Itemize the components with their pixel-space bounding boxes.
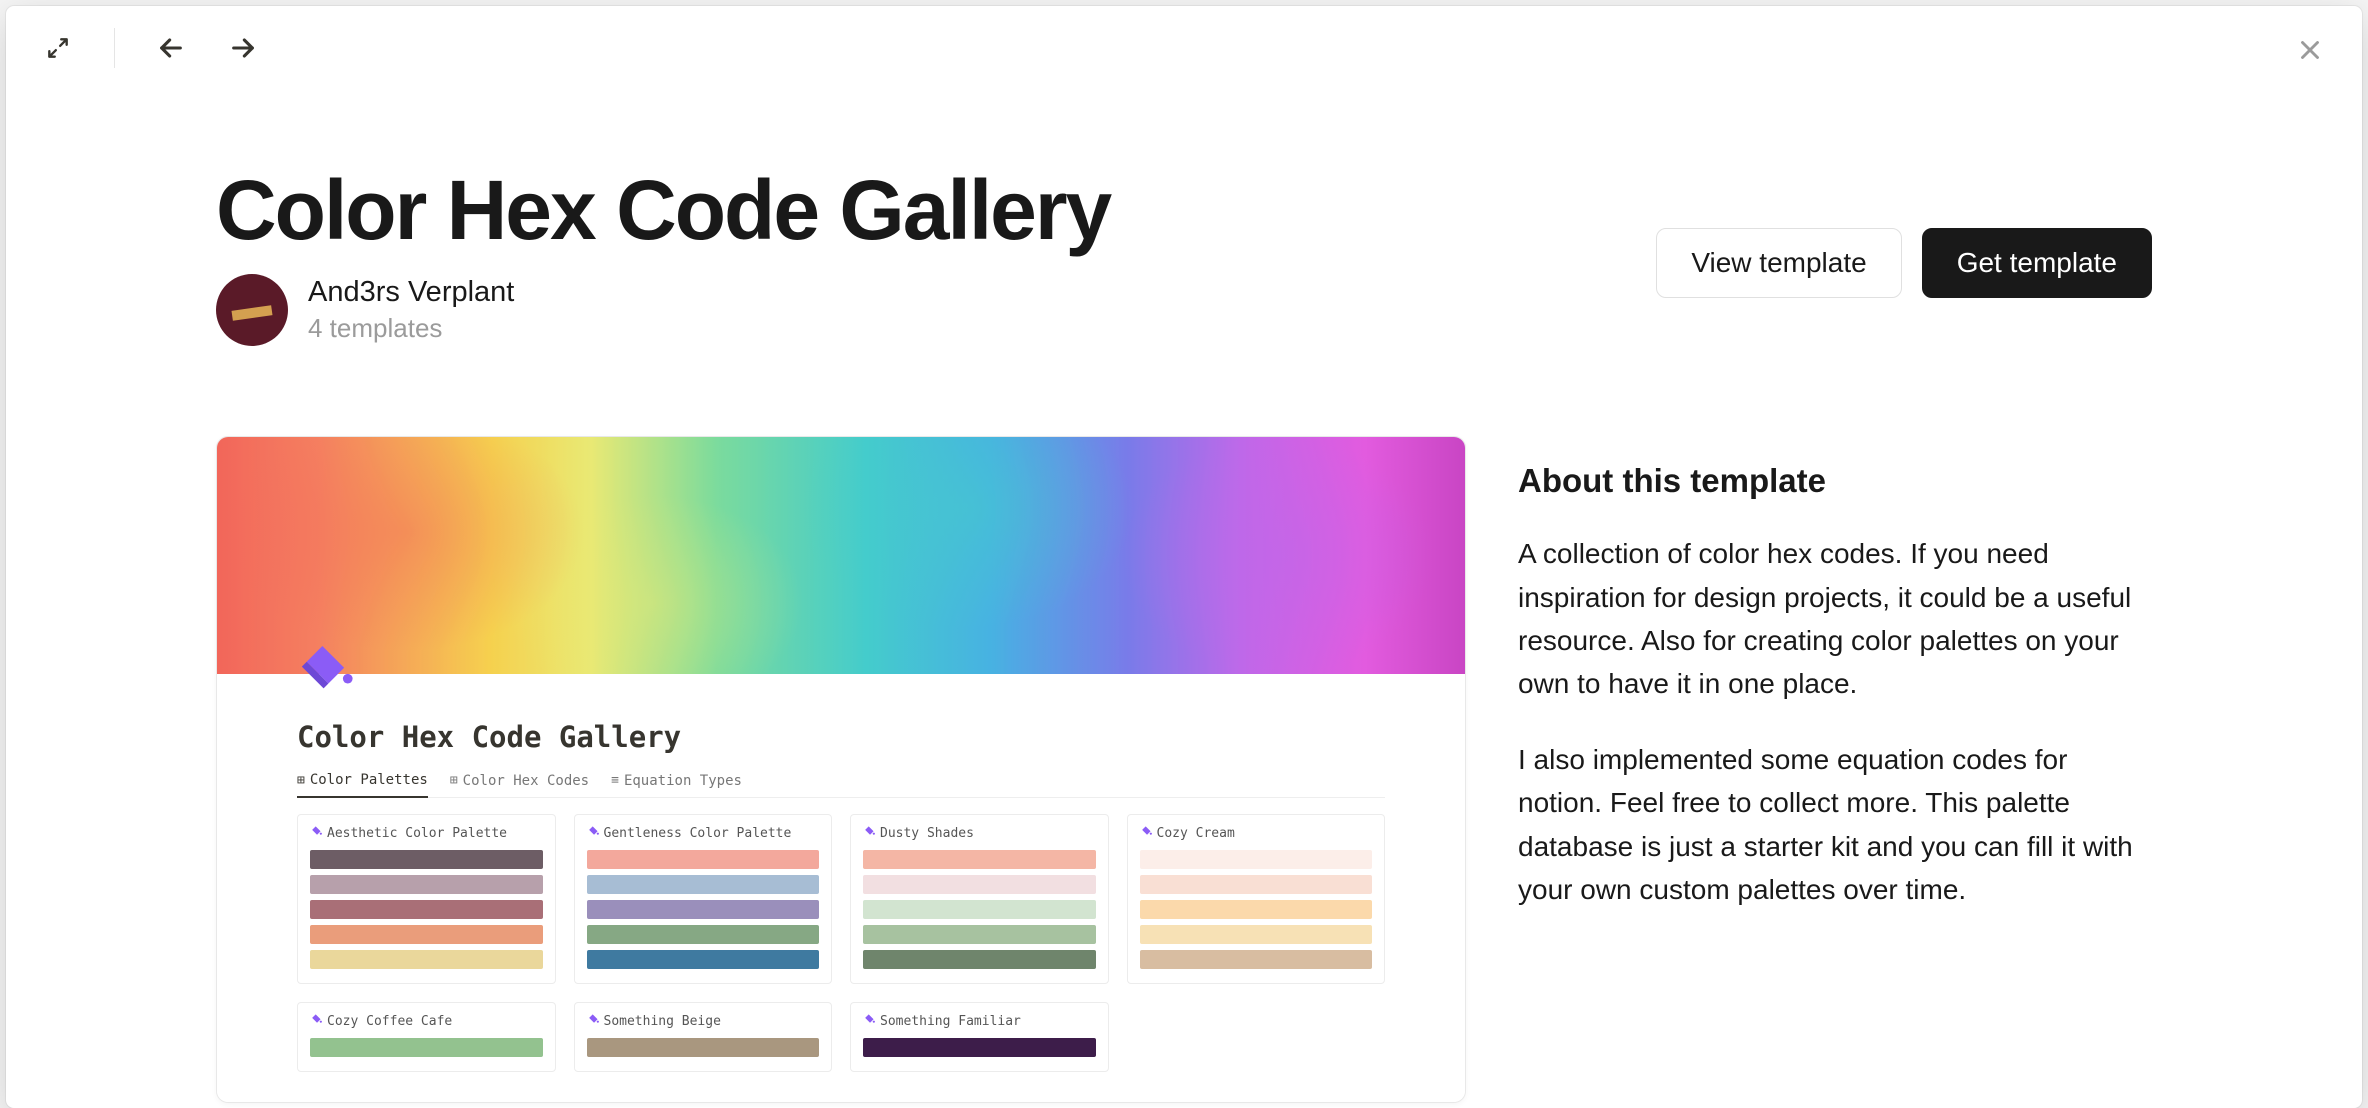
- tab-label: Equation Types: [624, 773, 742, 789]
- preview-tabs: ⊞ Color Palettes ⊞ Color Hex Codes ≡ Equ…: [297, 772, 1385, 798]
- palette-name: Cozy Coffee Cafe: [327, 1014, 452, 1029]
- preview-hero-image: [217, 437, 1465, 674]
- title-block: Color Hex Code Gallery And3rs Verplant 4…: [216, 166, 1656, 346]
- header-row: Color Hex Code Gallery And3rs Verplant 4…: [216, 166, 2152, 346]
- palette-card-title: Cozy Cream: [1140, 825, 1373, 842]
- expand-icon[interactable]: [34, 24, 82, 72]
- back-button[interactable]: [147, 24, 195, 72]
- divider: [114, 28, 115, 68]
- paint-bucket-icon: [587, 825, 600, 842]
- palette-stripes: [1140, 850, 1373, 969]
- palette-stripes: [863, 850, 1096, 969]
- preview-title: Color Hex Code Gallery: [297, 674, 1385, 754]
- about-paragraph: A collection of color hex codes. If you …: [1518, 532, 2152, 706]
- paint-bucket-icon: [863, 1013, 876, 1030]
- author-name: And3rs Verplant: [308, 276, 514, 309]
- palette-card-title: Cozy Coffee Cafe: [310, 1013, 543, 1030]
- about-paragraph: I also implemented some equation codes f…: [1518, 738, 2152, 912]
- paint-bucket-icon: [587, 1013, 600, 1030]
- author-avatar: [216, 274, 288, 346]
- palette-name: Something Beige: [604, 1014, 721, 1029]
- action-buttons: View template Get template: [1656, 228, 2152, 298]
- color-stripe: [587, 875, 820, 894]
- paint-bucket-icon: [1140, 825, 1153, 842]
- paint-bucket-icon: [863, 825, 876, 842]
- palette-name: Cozy Cream: [1157, 826, 1235, 841]
- content-area: Color Hex Code Gallery And3rs Verplant 4…: [6, 6, 2362, 1103]
- top-controls: [34, 24, 267, 72]
- close-button[interactable]: [2288, 28, 2332, 72]
- color-stripe: [587, 950, 820, 969]
- template-modal: Color Hex Code Gallery And3rs Verplant 4…: [6, 6, 2362, 1108]
- color-stripe: [1140, 900, 1373, 919]
- color-stripe: [863, 1038, 1096, 1057]
- get-template-button[interactable]: Get template: [1922, 228, 2152, 298]
- color-stripe: [1140, 950, 1373, 969]
- palette-name: Gentleness Color Palette: [604, 826, 792, 841]
- color-stripe: [310, 950, 543, 969]
- forward-button[interactable]: [219, 24, 267, 72]
- color-stripe: [1140, 925, 1373, 944]
- tab-color-palettes[interactable]: ⊞ Color Palettes: [297, 772, 428, 798]
- palette-name: Aesthetic Color Palette: [327, 826, 507, 841]
- paint-bucket-icon: [297, 640, 355, 698]
- palette-card-title: Dusty Shades: [863, 825, 1096, 842]
- about-text: A collection of color hex codes. If you …: [1518, 532, 2152, 911]
- palette-card-title: Something Beige: [587, 1013, 820, 1030]
- color-stripe: [863, 875, 1096, 894]
- preview-body: Color Hex Code Gallery ⊞ Color Palettes …: [217, 674, 1465, 1102]
- template-preview[interactable]: Color Hex Code Gallery ⊞ Color Palettes …: [216, 436, 1466, 1103]
- tab-color-hex-codes[interactable]: ⊞ Color Hex Codes: [450, 772, 589, 797]
- palette-card[interactable]: Aesthetic Color Palette: [297, 814, 556, 984]
- color-stripe: [310, 850, 543, 869]
- color-stripe: [863, 950, 1096, 969]
- palette-card-title: Something Familiar: [863, 1013, 1096, 1030]
- view-template-button[interactable]: View template: [1656, 228, 1901, 298]
- color-stripe: [1140, 850, 1373, 869]
- palette-name: Dusty Shades: [880, 826, 974, 841]
- author-text: And3rs Verplant 4 templates: [308, 276, 514, 344]
- color-stripe: [310, 900, 543, 919]
- color-stripe: [863, 925, 1096, 944]
- palette-stripes: [587, 1038, 820, 1057]
- color-stripe: [310, 875, 543, 894]
- palette-card[interactable]: Gentleness Color Palette: [574, 814, 833, 984]
- palette-name: Something Familiar: [880, 1014, 1021, 1029]
- color-stripe: [310, 1038, 543, 1057]
- palette-stripes: [587, 850, 820, 969]
- color-stripe: [863, 850, 1096, 869]
- tab-equation-types[interactable]: ≡ Equation Types: [611, 772, 742, 797]
- page-title: Color Hex Code Gallery: [216, 166, 1656, 254]
- palette-stripes: [310, 1038, 543, 1057]
- paint-bucket-icon: [310, 825, 323, 842]
- color-stripe: [863, 900, 1096, 919]
- tab-label: Color Hex Codes: [463, 773, 589, 789]
- about-section: About this template A collection of colo…: [1518, 436, 2152, 1103]
- tag-icon: ⊞: [450, 773, 458, 788]
- body-section: Color Hex Code Gallery ⊞ Color Palettes …: [216, 436, 2152, 1103]
- color-stripe: [587, 1038, 820, 1057]
- grid-icon: ⊞: [297, 773, 305, 788]
- color-stripe: [587, 925, 820, 944]
- color-stripe: [587, 850, 820, 869]
- paint-bucket-icon: [310, 1013, 323, 1030]
- palette-card-title: Aesthetic Color Palette: [310, 825, 543, 842]
- list-icon: ≡: [611, 773, 619, 788]
- about-heading: About this template: [1518, 462, 2152, 500]
- tab-label: Color Palettes: [310, 772, 428, 788]
- palette-stripes: [310, 850, 543, 969]
- palette-card-title: Gentleness Color Palette: [587, 825, 820, 842]
- color-stripe: [587, 900, 820, 919]
- palette-card[interactable]: Dusty Shades: [850, 814, 1109, 984]
- palette-card[interactable]: Something Beige: [574, 1002, 833, 1072]
- palette-card[interactable]: Cozy Cream: [1127, 814, 1386, 984]
- palette-card[interactable]: Cozy Coffee Cafe: [297, 1002, 556, 1072]
- template-count: 4 templates: [308, 313, 514, 344]
- color-stripe: [1140, 875, 1373, 894]
- palette-grid: Aesthetic Color Palette Gentleness Color …: [297, 814, 1385, 1072]
- color-stripe: [310, 925, 543, 944]
- author-row[interactable]: And3rs Verplant 4 templates: [216, 274, 1656, 346]
- palette-card[interactable]: Something Familiar: [850, 1002, 1109, 1072]
- palette-stripes: [863, 1038, 1096, 1057]
